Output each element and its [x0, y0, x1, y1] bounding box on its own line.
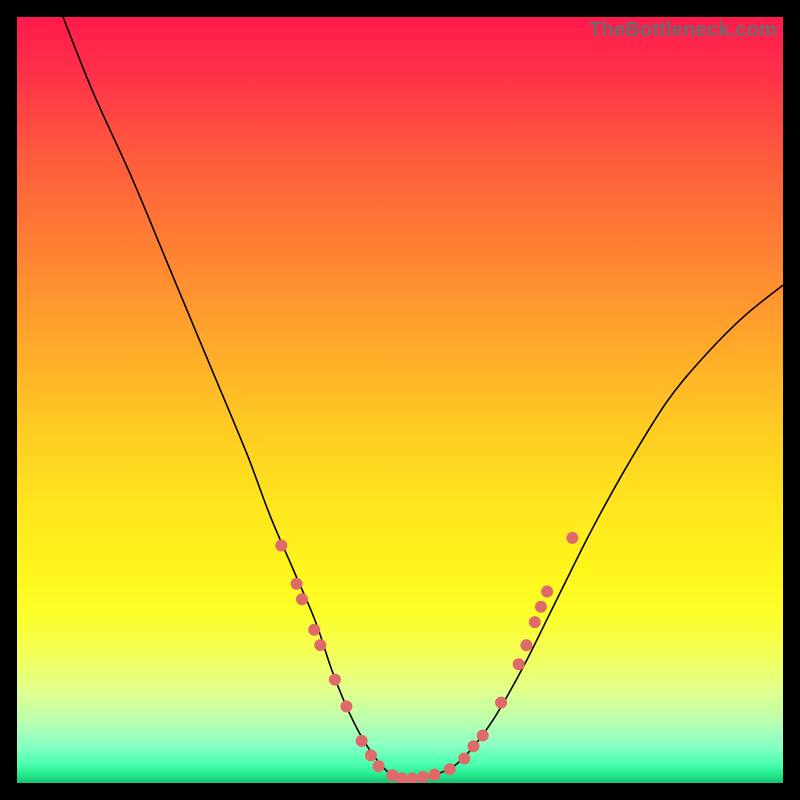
bead-point	[340, 700, 352, 712]
bead-point	[373, 760, 385, 772]
bottleneck-curve	[63, 17, 783, 779]
plot-area: TheBottleneck.com	[17, 17, 783, 783]
bead-point	[477, 730, 489, 742]
bead-point	[406, 772, 418, 783]
curve-svg	[17, 17, 783, 783]
bead-point	[566, 532, 578, 544]
bead-point	[468, 740, 480, 752]
bead-point	[529, 616, 541, 628]
bead-group	[275, 532, 578, 783]
bead-point	[535, 601, 547, 613]
bead-point	[291, 578, 303, 590]
bead-point	[314, 639, 326, 651]
bead-point	[275, 540, 287, 552]
bead-point	[356, 735, 368, 747]
bead-point	[329, 674, 341, 686]
bead-point	[520, 639, 532, 651]
bead-point	[444, 763, 456, 775]
chart-frame: TheBottleneck.com	[0, 0, 800, 800]
bead-point	[495, 697, 507, 709]
bead-point	[308, 624, 320, 636]
bead-point	[365, 749, 377, 761]
bead-point	[417, 771, 429, 783]
bead-point	[458, 753, 470, 765]
bead-point	[513, 658, 525, 670]
bead-point	[429, 769, 441, 781]
bead-point	[296, 593, 308, 605]
bead-point	[541, 586, 553, 598]
